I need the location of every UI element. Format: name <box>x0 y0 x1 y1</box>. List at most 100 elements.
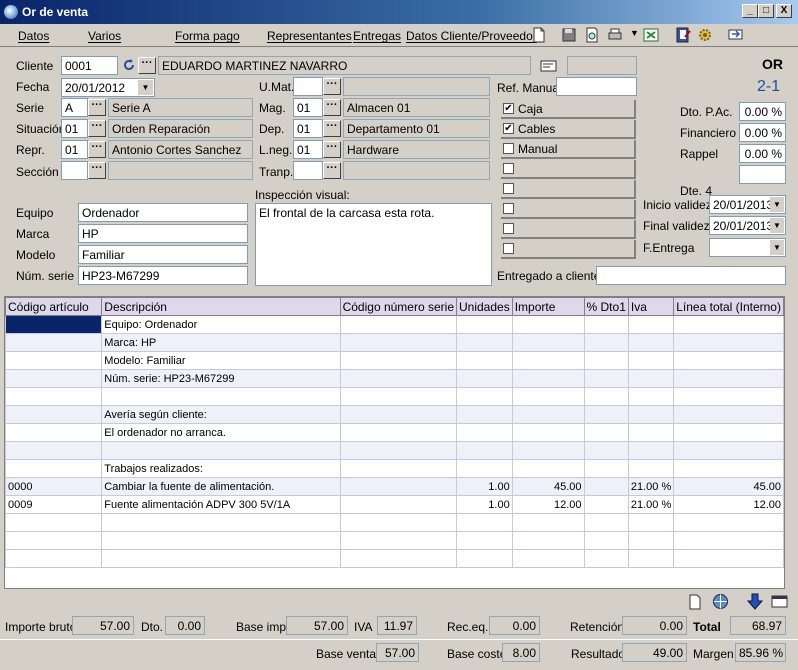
check-item[interactable] <box>501 200 636 219</box>
close-button[interactable]: X <box>776 4 792 18</box>
situacion-code-input[interactable]: 01 <box>61 119 88 138</box>
ref-manual-input[interactable] <box>556 77 637 96</box>
inicio-dropdown-icon[interactable]: ▼ <box>770 197 784 212</box>
repr-lookup-button[interactable]: ··· <box>88 141 106 158</box>
checkbox[interactable]: ✔ <box>503 123 514 134</box>
serie-lookup-button[interactable]: ··· <box>88 99 106 116</box>
table-cell[interactable]: El ordenador no arranca. <box>101 423 341 442</box>
table-cell[interactable] <box>673 351 784 370</box>
seccion-code-input[interactable] <box>61 161 88 180</box>
menu-varios[interactable]: Varios <box>88 29 121 43</box>
table-cell[interactable] <box>627 369 675 388</box>
table-cell[interactable] <box>583 369 629 388</box>
final-dropdown-icon[interactable]: ▼ <box>770 218 784 233</box>
check-item[interactable]: Manual <box>501 140 636 159</box>
export-excel-icon[interactable] <box>643 27 659 43</box>
print-dropdown-icon[interactable]: ▼ <box>630 28 639 38</box>
lneg-lookup-button[interactable]: ··· <box>323 141 341 158</box>
table-row[interactable] <box>5 387 784 406</box>
checkbox[interactable]: ✔ <box>503 103 514 114</box>
table-cell[interactable] <box>673 315 784 334</box>
globe-icon[interactable] <box>712 593 729 610</box>
table-cell[interactable] <box>627 441 675 460</box>
table-cell[interactable] <box>511 441 585 460</box>
menu-datos[interactable]: Datos <box>18 29 49 43</box>
table-cell[interactable] <box>339 351 458 370</box>
menu-entregas[interactable]: Entregas <box>353 29 401 43</box>
table-cell[interactable] <box>627 459 675 478</box>
column-header[interactable]: Línea total (Interno) <box>673 297 784 316</box>
table-cell[interactable]: 0009 <box>5 495 103 514</box>
column-header[interactable]: % Dto1 <box>583 297 629 316</box>
table-cell[interactable] <box>339 423 458 442</box>
table-row[interactable] <box>5 441 784 460</box>
umat-code-input[interactable] <box>293 77 323 96</box>
mag-lookup-button[interactable]: ··· <box>323 99 341 116</box>
table-cell[interactable] <box>339 387 458 406</box>
table-cell[interactable]: Marca: HP <box>101 333 341 352</box>
table-row[interactable]: Trabajos realizados: <box>5 459 784 478</box>
equipo-input[interactable]: Ordenador <box>78 203 248 222</box>
table-cell[interactable] <box>627 405 675 424</box>
table-cell[interactable]: 12.00 <box>673 495 784 514</box>
column-header[interactable]: Código número serie <box>339 297 458 316</box>
marca-input[interactable]: HP <box>78 224 248 243</box>
table-cell[interactable] <box>583 477 629 496</box>
menu-forma-pago[interactable]: Forma pago <box>175 29 240 43</box>
table-cell[interactable] <box>583 405 629 424</box>
table-cell[interactable] <box>456 369 513 388</box>
table-cell[interactable]: Modelo: Familiar <box>101 351 341 370</box>
empty-row[interactable] <box>5 549 784 568</box>
menu-representantes[interactable]: Representantes <box>267 29 352 43</box>
table-row[interactable]: Marca: HP <box>5 333 784 352</box>
table-cell[interactable] <box>511 387 585 406</box>
table-row[interactable]: El ordenador no arranca. <box>5 423 784 442</box>
table-cell[interactable] <box>673 423 784 442</box>
check-item[interactable] <box>501 160 636 179</box>
table-cell[interactable] <box>673 405 784 424</box>
cliente-code-input[interactable]: 0001 <box>61 56 118 75</box>
column-header[interactable]: Importe <box>511 297 585 316</box>
dep-lookup-button[interactable]: ··· <box>323 120 341 137</box>
checkbox[interactable] <box>503 223 514 234</box>
check-item[interactable]: ✔ Caja <box>501 100 636 119</box>
table-cell[interactable] <box>511 459 585 478</box>
menu-datos-cliente[interactable]: Datos Cliente/Proveedor <box>406 29 537 43</box>
exit-icon[interactable] <box>728 27 744 43</box>
new-line-icon[interactable] <box>688 594 702 610</box>
table-cell[interactable] <box>5 369 103 388</box>
modelo-input[interactable]: Familiar <box>78 245 248 264</box>
table-cell[interactable] <box>456 459 513 478</box>
check-item[interactable] <box>501 220 636 239</box>
table-cell[interactable]: 1.00 <box>456 477 513 496</box>
table-cell[interactable] <box>627 423 675 442</box>
settings-gear-icon[interactable] <box>697 27 713 43</box>
table-cell[interactable] <box>101 387 341 406</box>
table-cell[interactable]: Trabajos realizados: <box>101 459 341 478</box>
table-cell[interactable] <box>5 315 103 334</box>
table-cell[interactable] <box>5 441 103 460</box>
notes-icon[interactable] <box>675 27 691 43</box>
table-cell[interactable] <box>5 387 103 406</box>
situacion-lookup-button[interactable]: ··· <box>88 120 106 137</box>
table-cell[interactable]: 45.00 <box>511 477 585 496</box>
new-document-icon[interactable] <box>531 27 547 43</box>
refresh-icon[interactable] <box>121 57 137 73</box>
column-header[interactable]: Unidades <box>456 297 513 316</box>
table-row[interactable]: Equipo: Ordenador <box>5 315 784 334</box>
table-cell[interactable] <box>511 333 585 352</box>
table-cell[interactable] <box>673 441 784 460</box>
table-cell[interactable] <box>673 333 784 352</box>
tranp-lookup-button[interactable]: ··· <box>323 162 341 179</box>
table-row[interactable]: Modelo: Familiar <box>5 351 784 370</box>
table-cell[interactable]: 12.00 <box>511 495 585 514</box>
printer-icon[interactable] <box>607 27 623 43</box>
checkbox[interactable] <box>503 163 514 174</box>
table-cell[interactable] <box>339 495 458 514</box>
table-cell[interactable] <box>673 459 784 478</box>
table-cell[interactable] <box>456 441 513 460</box>
table-cell[interactable] <box>5 405 103 424</box>
column-header[interactable]: Iva <box>627 297 675 316</box>
checkbox[interactable] <box>503 143 514 154</box>
dto-pac-input[interactable]: 0.00 % <box>739 102 786 121</box>
